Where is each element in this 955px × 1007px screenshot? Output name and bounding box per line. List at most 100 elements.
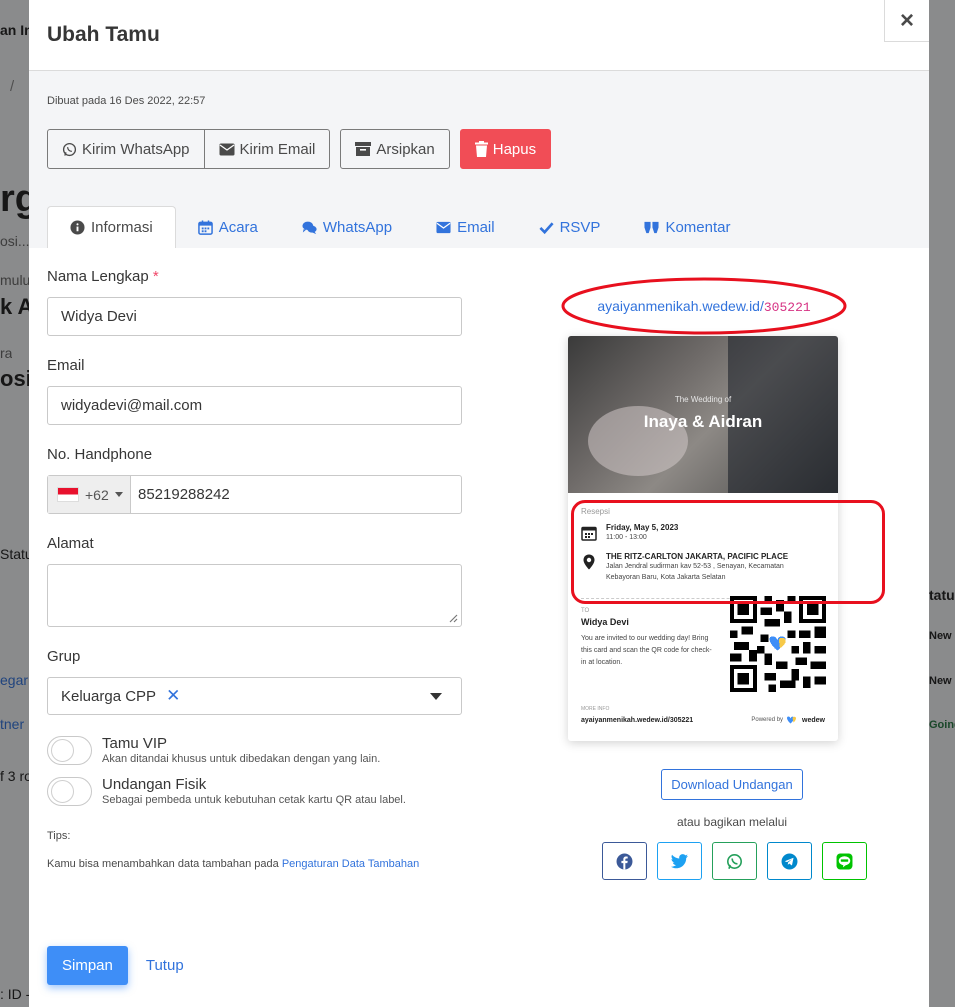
chat-icon xyxy=(302,221,317,234)
tab-label: WhatsApp xyxy=(322,218,393,236)
tab-acara[interactable]: Acara xyxy=(176,206,280,248)
vip-description: Akan ditandai khusus untuk dibedakan den… xyxy=(102,753,381,765)
tips-title: Tips: xyxy=(47,830,71,842)
phone-number-input[interactable]: 85219288242 xyxy=(131,486,230,503)
invitation-preview: ayaiyanmenikah.wedew.id/305221 The Weddi… xyxy=(559,276,889,880)
send-whatsapp-button[interactable]: Kirim WhatsApp xyxy=(47,129,205,169)
tab-label: RSVP xyxy=(559,218,601,236)
send-whatsapp-label: Kirim WhatsApp xyxy=(82,140,190,158)
physical-description: Sebagai pembeda untuk kebutuhan cetak ka… xyxy=(102,794,406,806)
address-textarea[interactable] xyxy=(47,564,462,627)
country-code: +62 xyxy=(85,486,109,503)
physical-title: Undangan Fisik xyxy=(102,776,207,793)
guest-form: Nama Lengkap * Widya Devi Email widyadev… xyxy=(47,268,462,870)
tips-section: Tips: Kamu bisa menambahkan data tambaha… xyxy=(47,830,462,870)
qr-code-icon xyxy=(730,596,826,692)
annotation-highlight-box xyxy=(571,500,885,604)
share-telegram-button[interactable] xyxy=(767,842,812,880)
download-invitation-button[interactable]: Download Undangan xyxy=(661,769,803,800)
modal-footer: Simpan Tutup xyxy=(47,946,184,985)
meta-area: Dibuat pada 16 Des 2022, 22:57 Kirim Wha… xyxy=(29,71,929,248)
info-icon xyxy=(70,220,85,235)
tab-label: Email xyxy=(457,218,495,236)
chevron-down-icon xyxy=(114,492,123,497)
save-button[interactable]: Simpan xyxy=(47,946,128,985)
remove-tag-icon[interactable]: ✕ xyxy=(166,686,180,706)
full-name-input[interactable]: Widya Devi xyxy=(47,297,462,336)
share-whatsapp-button[interactable] xyxy=(712,842,757,880)
share-twitter-button[interactable] xyxy=(657,842,702,880)
quote-icon xyxy=(644,221,659,233)
created-timestamp: Dibuat pada 16 Des 2022, 22:57 xyxy=(47,95,206,107)
physical-toggle-row: Undangan Fisik Sebagai pembeda untuk keb… xyxy=(47,777,462,806)
archive-icon xyxy=(355,142,372,156)
invitation-url-link[interactable]: ayaiyanmenikah.wedew.id/305221 xyxy=(559,298,849,315)
close-button[interactable]: × xyxy=(884,0,929,42)
share-facebook-button[interactable] xyxy=(602,842,647,880)
delete-label: Hapus xyxy=(492,140,537,158)
share-buttons xyxy=(602,842,867,880)
tab-rsvp[interactable]: RSVP xyxy=(517,206,623,248)
group-select[interactable]: Keluarga CPP ✕ xyxy=(47,677,462,715)
tab-informasi[interactable]: Informasi xyxy=(47,206,176,248)
required-mark: * xyxy=(152,268,159,285)
close-link[interactable]: Tutup xyxy=(146,957,184,974)
group-label: Grup xyxy=(47,648,81,665)
facebook-icon xyxy=(616,853,633,869)
telegram-icon xyxy=(781,853,798,869)
twitter-icon xyxy=(671,853,688,868)
extra-data-settings-link[interactable]: Pengaturan Data Tambahan xyxy=(282,858,419,870)
archive-label: Arsipkan xyxy=(376,140,435,158)
chevron-down-icon[interactable] xyxy=(430,693,442,700)
couple-name: Inaya & Aidran xyxy=(643,412,763,431)
physical-invite-toggle[interactable] xyxy=(47,777,92,806)
brand-name: wedew xyxy=(802,716,825,724)
envelope-icon xyxy=(436,221,451,233)
phone-label: No. Handphone xyxy=(47,446,153,463)
edit-guest-modal: Ubah Tamu × Dibuat pada 16 Des 2022, 22:… xyxy=(29,0,929,1007)
tab-whatsapp[interactable]: WhatsApp xyxy=(280,206,414,248)
email-label: Email xyxy=(47,357,85,374)
wedew-logo-icon xyxy=(787,716,797,724)
send-button-group: Kirim WhatsApp Kirim Email xyxy=(47,129,331,169)
send-email-label: Kirim Email xyxy=(239,140,316,158)
share-line-button[interactable] xyxy=(822,842,867,880)
whatsapp-icon xyxy=(727,853,742,869)
tab-label: Acara xyxy=(218,218,258,236)
resize-handle-icon[interactable] xyxy=(448,613,458,623)
close-icon: × xyxy=(899,6,914,34)
tips-text: Kamu bisa menambahkan data tambahan pada… xyxy=(47,858,420,870)
archive-button[interactable]: Arsipkan xyxy=(340,129,450,169)
name-label: Nama Lengkap * xyxy=(47,268,159,285)
phone-input-group: +62 85219288242 xyxy=(47,475,462,514)
check-icon xyxy=(539,221,554,234)
calendar-icon xyxy=(197,219,213,235)
tab-label: Informasi xyxy=(91,219,153,236)
invite-message: You are invited to our wedding day! Brin… xyxy=(581,635,712,666)
more-info-url: ayaiyanmenikah.wedew.id/305221 xyxy=(581,717,694,724)
powered-by-label: Powered by xyxy=(751,717,784,723)
send-email-button[interactable]: Kirim Email xyxy=(204,129,331,169)
vip-title: Tamu VIP xyxy=(102,735,168,752)
line-icon xyxy=(836,853,853,869)
trash-icon xyxy=(474,141,488,157)
vip-toggle[interactable] xyxy=(47,736,92,765)
delete-button[interactable]: Hapus xyxy=(459,129,552,169)
toggle-knob xyxy=(51,780,74,803)
powered-by: Powered by wedew xyxy=(751,716,825,724)
tab-label: Komentar xyxy=(665,218,731,236)
more-info-label: MORE INFO xyxy=(581,706,610,712)
invitation-url-wrap: ayaiyanmenikah.wedew.id/305221 xyxy=(559,276,889,336)
group-tag: Keluarga CPP xyxy=(61,687,157,705)
card-hero-image: The Wedding of Inaya & Aidran xyxy=(568,336,838,493)
email-field[interactable]: widyadevi@mail.com xyxy=(47,386,462,425)
guest-section: TO Widya Devi You are invited to our wed… xyxy=(568,596,838,734)
modal-header: Ubah Tamu × xyxy=(29,0,929,71)
modal-title: Ubah Tamu xyxy=(47,23,160,46)
share-label: atau bagikan melalui xyxy=(676,815,788,829)
tab-komentar[interactable]: Komentar xyxy=(622,206,752,248)
tab-email[interactable]: Email xyxy=(414,206,517,248)
vip-toggle-row: Tamu VIP Akan ditandai khusus untuk dibe… xyxy=(47,736,462,765)
hero-subtitle: The Wedding of xyxy=(674,395,732,404)
country-code-select[interactable]: +62 xyxy=(48,476,131,513)
